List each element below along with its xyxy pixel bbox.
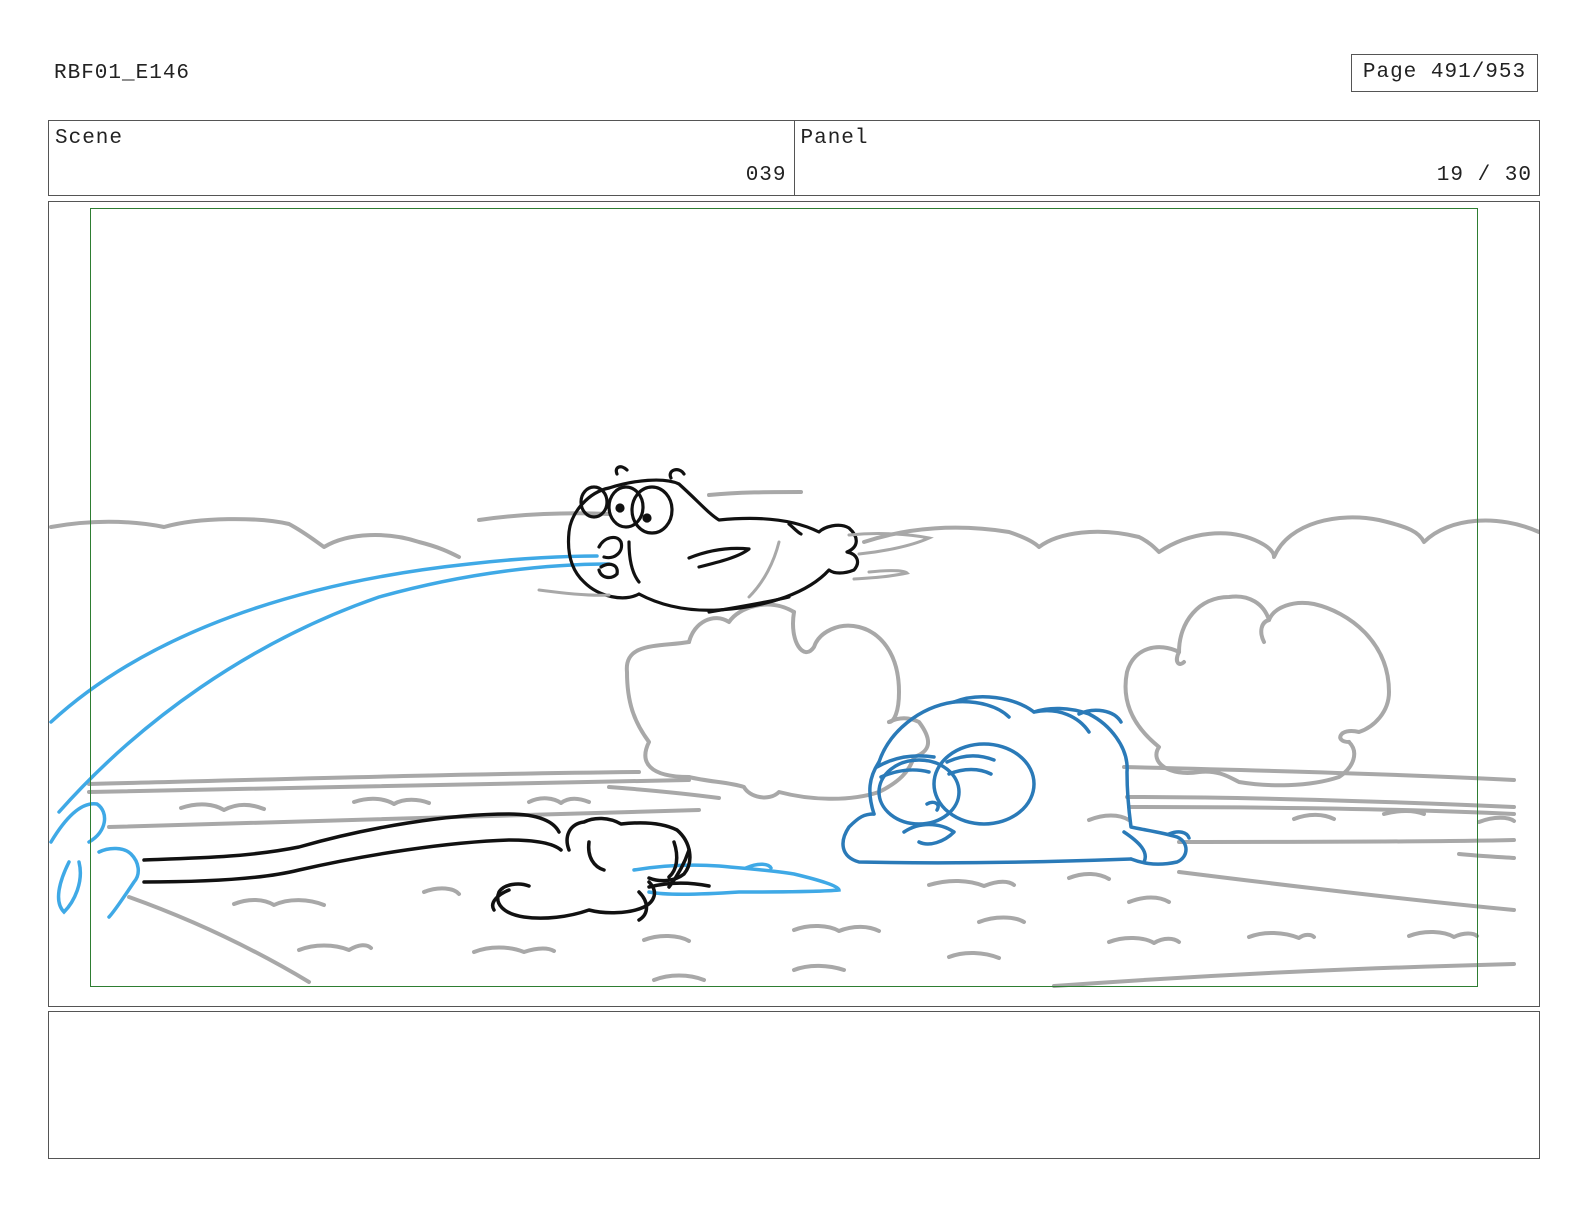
panel-number: 19 / 30: [1436, 164, 1532, 187]
camera-safe-frame: [90, 208, 1478, 987]
storyboard-frame: [48, 201, 1540, 1007]
scene-cell: Scene 039: [49, 121, 794, 195]
panel-label: Panel: [800, 127, 869, 150]
document-id: RBF01_E146: [54, 62, 191, 85]
scene-panel-info-row: Scene 039 Panel 19 / 30: [48, 120, 1540, 196]
panel-cell: Panel 19 / 30: [793, 121, 1540, 195]
page-counter: Page 491/953: [1351, 54, 1538, 92]
scene-label: Scene: [55, 127, 124, 150]
notes-box: [48, 1011, 1540, 1159]
scene-number: 039: [745, 164, 787, 187]
